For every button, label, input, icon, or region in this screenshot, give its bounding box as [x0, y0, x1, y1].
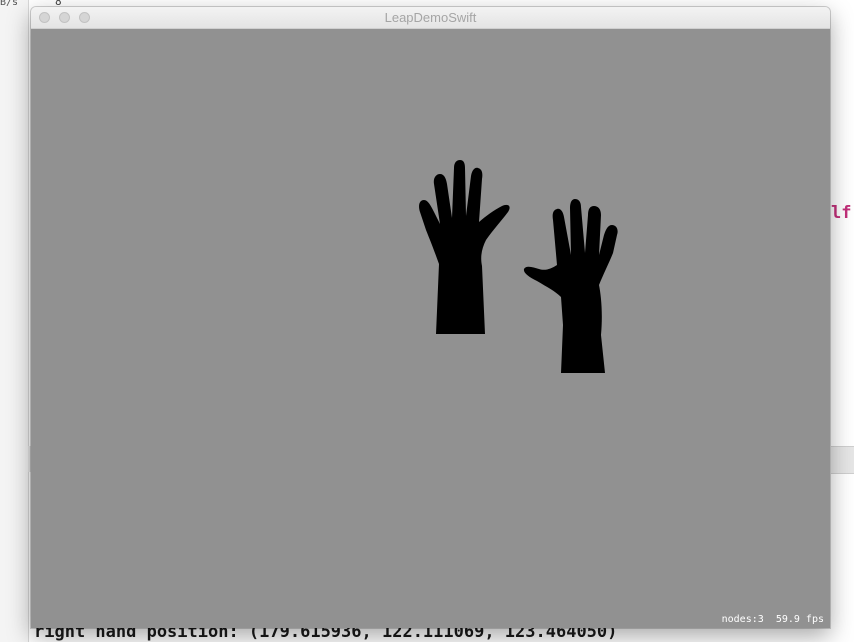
window-titlebar[interactable]: LeapDemoSwift	[31, 7, 830, 29]
right-hand-icon	[523, 199, 618, 373]
sprite-scene[interactable]: nodes:3 59.9 fps	[31, 29, 830, 628]
background-text-fragment: B/s	[0, 0, 19, 8]
app-window: LeapDemoSwift nodes:3 59.9 fps	[31, 7, 830, 628]
fps-readout: 59.9 fps	[775, 614, 824, 625]
background-debug-bar	[831, 446, 854, 474]
nodes-count: nodes:3	[721, 614, 764, 625]
left-hand-icon	[419, 160, 510, 334]
editor-gutter	[0, 0, 29, 642]
scene-stats: nodes:3 59.9 fps	[722, 614, 824, 625]
background-code-fragment: lf	[831, 203, 852, 223]
window-title: LeapDemoSwift	[384, 10, 477, 25]
